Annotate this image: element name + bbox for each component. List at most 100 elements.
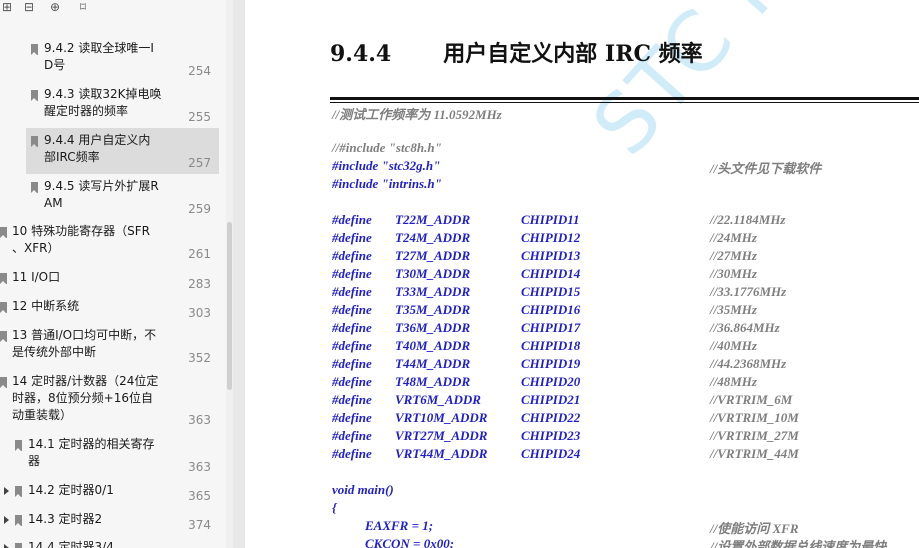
define-value: CHIPID21 [521,392,581,407]
sidebar-item-page: 303 [188,306,211,320]
define-comment: //35MHz [710,302,757,317]
define-comment: //VRTRIM_6M [710,392,793,407]
define-value: CHIPID16 [521,302,581,317]
sidebar-item-label: 11 I/O口 [12,270,61,284]
bookmark-icon [0,331,7,342]
expand-arrow-icon[interactable] [4,487,9,495]
define-name: T33M_ADDR [395,284,471,299]
sidebar-item-page: 352 [188,351,211,365]
sidebar-item-label: 12 中断系统 [12,299,80,313]
define-value: CHIPID14 [521,266,581,281]
define-name: VRT27M_ADDR [395,428,488,443]
heading-number: 9.4.4 [330,41,392,67]
define-keyword: #define [332,230,372,245]
sidebar-item-label: 14.1 定时器的相关寄存 器 [28,437,155,468]
code-brace: { [332,500,337,515]
define-value: CHIPID18 [521,338,581,353]
define-comment: //30MHz [710,266,757,281]
bookmark-icon [15,543,22,548]
define-keyword: #define [332,374,372,389]
heading-title: 用户自定义内部 IRC 频率 [443,41,703,67]
document-page: STC MCU 9.4.4 用户自定义内部 IRC 频率 //测试工作频率为 11… [245,0,919,548]
define-comment: //33.1776MHz [710,284,787,299]
code-include: #include "intrins.h" [332,176,442,191]
define-keyword: #define [332,266,372,281]
define-comment: //24MHz [710,230,757,245]
sidebar-scrollbar-thumb[interactable] [227,222,232,390]
panel-divider[interactable] [233,0,245,548]
define-comment: //44.2368MHz [710,356,787,371]
define-name: T24M_ADDR [395,230,471,245]
bookmark-panel: ⊞ ⊟ ⊕ ⌑ 9.4.2 读取全球唯一I D号 254 9.4.3 读取32K… [0,0,233,548]
sidebar-item-page: 283 [188,277,211,291]
sidebar-item-label: 14 定时器/计数器（24位定 时器，8位预分频+16位自 动重装载） [12,374,159,422]
bookmark-icon [31,182,38,193]
define-comment: //VRTRIM_27M [710,428,799,443]
sidebar-item-page: 254 [188,64,211,78]
sidebar-item-label: 14.4 定时器3/4 [28,540,114,548]
bookmark-icon [15,486,22,497]
define-name: T40M_ADDR [395,338,471,353]
sidebar-item-page: 257 [188,156,211,170]
define-value: CHIPID20 [521,374,581,389]
define-keyword: #define [332,248,372,263]
define-keyword: #define [332,212,372,227]
define-name: VRT44M_ADDR [395,446,488,461]
bookmark-toolbar: ⊞ ⊟ ⊕ ⌑ [0,0,233,20]
collapse-all-icon[interactable]: ⊟ [22,0,36,14]
sidebar-item-label: 14.3 定时器2 [28,512,103,526]
code-statement: EAXFR = 1; [365,518,434,533]
bookmark-icon [31,44,38,55]
expand-all-icon[interactable]: ⊞ [0,0,14,14]
define-comment: //48MHz [710,374,757,389]
sidebar-item-page: 363 [188,413,211,427]
bookmark-icon [31,136,38,147]
bookmark-icon [0,302,7,313]
define-keyword: #define [332,428,372,443]
code-rule-thick [330,97,919,100]
define-value: CHIPID13 [521,248,581,263]
define-value: CHIPID19 [521,356,581,371]
define-comment: //VRTRIM_44M [710,446,799,461]
sidebar-item-page: 261 [188,247,211,261]
define-keyword: #define [332,284,372,299]
code-function-signature: void main() [332,482,394,497]
define-comment: //36.864MHz [710,320,780,335]
bookmark-icon [15,515,22,526]
sidebar-item-page: 255 [188,110,211,124]
sidebar-item-label: 9.4.4 用户自定义内 部IRC频率 [44,133,151,164]
bookmark-icon[interactable]: ⌑ [76,0,90,14]
code-comment: //使能访问 XFR [710,521,799,536]
sidebar-item-label: 9.4.5 读写片外扩展R AM [44,179,159,210]
define-keyword: #define [332,410,372,425]
define-keyword: #define [332,338,372,353]
define-name: T35M_ADDR [395,302,471,317]
section-heading: 9.4.4 用户自定义内部 IRC 频率 [330,36,703,68]
expand-arrow-icon[interactable] [4,516,9,524]
code-statement: CKCON = 0x00; [365,536,455,548]
define-keyword: #define [332,302,372,317]
sidebar-item-page: 374 [188,518,211,532]
bookmark-icon [31,90,38,101]
sidebar-item-label: 14.2 定时器0/1 [28,483,114,497]
code-comment: //测试工作频率为 11.0592MHz [332,107,502,122]
sidebar-item-label: 10 特殊功能寄存器（SFR 、XFR） [12,224,150,255]
define-keyword: #define [332,446,372,461]
sidebar-item-label: 13 普通I/O口均可中断，不 是传统外部中断 [12,328,157,359]
sidebar-item-page: 363 [188,460,211,474]
expand-arrow-icon[interactable] [4,544,9,548]
define-value: CHIPID17 [521,320,581,335]
add-bookmark-icon[interactable]: ⊕ [48,0,62,14]
define-keyword: #define [332,356,372,371]
code-comment: //#include "stc8h.h" [332,140,442,155]
define-name: T27M_ADDR [395,248,471,263]
code-comment: //头文件见下载软件 [710,161,822,176]
define-comment: //VRTRIM_10M [710,410,799,425]
define-name: T44M_ADDR [395,356,471,371]
define-value: CHIPID22 [521,410,581,425]
define-name: VRT10M_ADDR [395,410,488,425]
bookmark-icon [15,440,22,451]
define-name: T30M_ADDR [395,266,471,281]
sidebar-item-label: 9.4.2 读取全球唯一I D号 [44,41,154,72]
code-include: #include "stc32g.h" [332,158,441,173]
